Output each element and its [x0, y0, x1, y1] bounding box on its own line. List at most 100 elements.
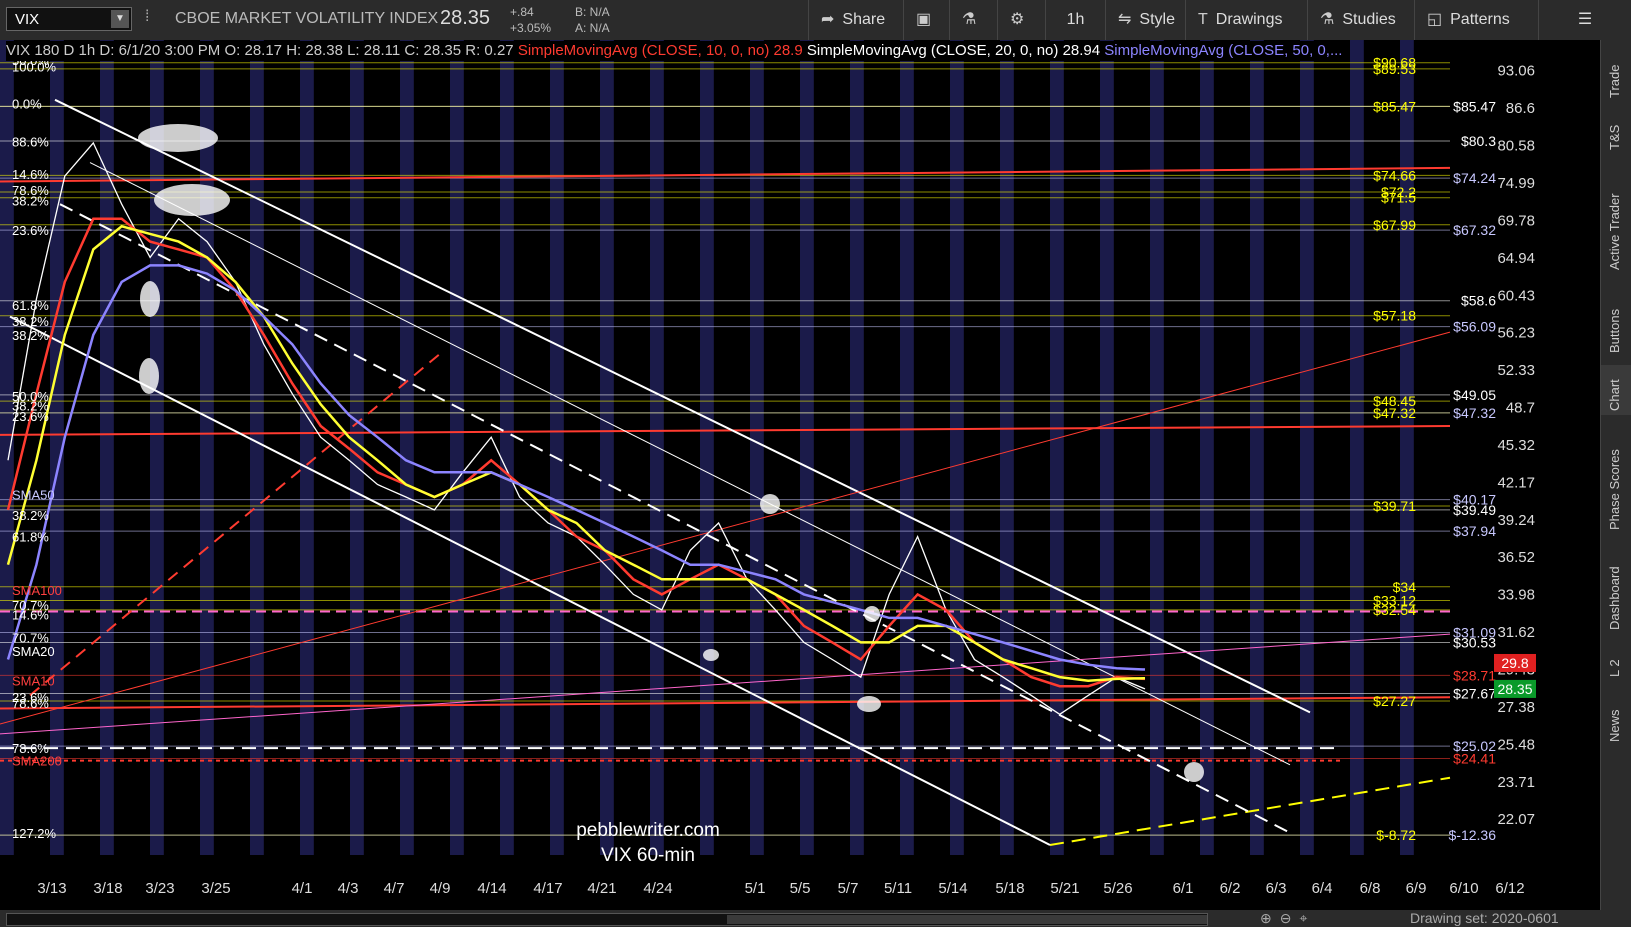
session-band: [750, 40, 764, 855]
chevron-down-icon[interactable]: ▼: [111, 10, 129, 28]
sidebar-tab-news[interactable]: News: [1601, 695, 1631, 750]
y-tick-label: 45.32: [1497, 437, 1535, 454]
y-tick-label: 86.6: [1506, 100, 1535, 117]
sidebar-tab-active-trader[interactable]: Active Trader: [1601, 170, 1631, 280]
price-flag-label: 28.35: [1497, 681, 1532, 697]
session-band: [1350, 40, 1364, 855]
session-band: [1050, 40, 1064, 855]
crosshair-icon[interactable]: ⌖: [1299, 910, 1315, 926]
session-band: [400, 40, 414, 855]
vix-chart[interactable]: 50.0%100.0%0.0%88.6%14.6%78.6%38.2%23.6%…: [0, 40, 1600, 910]
x-tick-label: 4/17: [533, 880, 562, 897]
level-label-right: $85.47: [1453, 98, 1496, 114]
share-label: Share: [842, 11, 886, 28]
price-flag-label: 29.8: [1501, 655, 1528, 671]
level-label-right: $49.05: [1453, 387, 1496, 403]
fib-label-left: 61.8%: [12, 298, 49, 313]
session-band: [1250, 40, 1264, 855]
fib-label-left: 61.8%: [12, 530, 49, 545]
sidebar-tab-label: Trade: [1607, 64, 1622, 98]
fib-label-left: 38.2%: [12, 508, 49, 523]
session-band: [1000, 40, 1014, 855]
zoom-out-icon[interactable]: ⊖: [1280, 910, 1300, 926]
chart-area[interactable]: 50.0%100.0%0.0%88.6%14.6%78.6%38.2%23.6%…: [0, 40, 1600, 910]
bar-date: D: 6/1/20 3:00 PM: [99, 42, 221, 59]
studies-label: Studies: [1342, 11, 1396, 28]
flask-button[interactable]: ⚗: [949, 0, 997, 40]
session-band: [150, 40, 164, 855]
level-label-right: $58.6: [1461, 293, 1496, 309]
sidebar-tab-ts[interactable]: T&S: [1601, 110, 1631, 160]
x-tick-label: 3/25: [201, 880, 230, 897]
sidebar-tab-chart[interactable]: Chart: [1601, 365, 1631, 415]
snapshot-button[interactable]: ▣: [903, 0, 949, 40]
camera-icon: ▣: [916, 11, 932, 28]
session-band: [500, 40, 514, 855]
y-tick-label: 27.38: [1497, 699, 1535, 716]
x-tick-label: 3/18: [93, 880, 122, 897]
x-tick-label: 6/10: [1449, 880, 1478, 897]
session-band: [1300, 40, 1314, 855]
style-button[interactable]: ⇋ Style: [1105, 0, 1185, 40]
fib-label-left: SMA200: [12, 754, 62, 769]
fib-label-left: 23.6%: [12, 409, 49, 424]
sidebar-tab-trade[interactable]: Trade: [1601, 40, 1631, 104]
settings-button[interactable]: ⚙: [997, 0, 1045, 40]
scrollbar-thumb[interactable]: [727, 915, 1207, 924]
y-tick-label: 52.33: [1497, 362, 1535, 379]
sma20-label: SimpleMovingAvg (CLOSE, 20, 0, no): [806, 42, 1059, 59]
x-tick-label: 6/1: [1173, 880, 1194, 897]
price-change: +.84 +3.05%: [510, 4, 551, 36]
level-label-right: $39.71: [1373, 498, 1416, 514]
text-tool-icon: T: [1198, 11, 1208, 28]
bar-open: O: 28.17: [224, 42, 283, 59]
sidebar-tab-label: L 2: [1607, 659, 1622, 677]
annotation-oval: [864, 606, 880, 622]
y-tick-label: 74.99: [1497, 175, 1535, 192]
y-tick-label: 42.17: [1497, 474, 1535, 491]
session-band: [950, 40, 964, 855]
sma10-value: 28.9: [773, 42, 803, 59]
sidebar-tab-l2[interactable]: L 2: [1601, 645, 1631, 685]
patterns-button[interactable]: ◱ Patterns: [1414, 0, 1538, 40]
style-icon: ⇋: [1118, 11, 1132, 28]
menu-button[interactable]: ☰: [1538, 0, 1631, 40]
style-label: Style: [1139, 11, 1175, 28]
symbol-text: VIX: [15, 11, 40, 28]
horizontal-scrollbar[interactable]: [6, 913, 1208, 926]
annotation-oval: [703, 649, 719, 661]
x-tick-label: 3/23: [145, 880, 174, 897]
session-band: [700, 40, 714, 855]
session-band: [450, 40, 464, 855]
annotation-oval: [760, 494, 780, 514]
drawings-button[interactable]: T Drawings: [1185, 0, 1307, 40]
y-tick-label: 33.98: [1497, 587, 1535, 604]
link-icon[interactable]: ⁞: [145, 8, 157, 32]
y-tick-label: 56.23: [1497, 325, 1535, 342]
share-button[interactable]: ➦ Share: [808, 0, 903, 40]
y-tick-label: 23.71: [1497, 774, 1535, 791]
studies-button[interactable]: ⚗ Studies: [1307, 0, 1414, 40]
sidebar-tab-label: Chart: [1607, 379, 1622, 411]
fib-label-left: 0.0%: [12, 96, 42, 111]
fib-label-left: 14.6%: [12, 167, 49, 182]
session-band: [800, 40, 814, 855]
sidebar-tab-dashboard[interactable]: Dashboard: [1601, 545, 1631, 635]
change-abs: +.84: [510, 5, 534, 19]
sidebar-tab-buttons[interactable]: Buttons: [1601, 290, 1631, 355]
level-label-right: $47.32: [1453, 405, 1496, 421]
session-band: [250, 40, 264, 855]
annotation-oval: [857, 696, 881, 712]
watermark-text: VIX 60-min: [601, 845, 695, 866]
x-tick-label: 5/14: [938, 880, 967, 897]
bid-value: B: N/A: [575, 5, 610, 19]
sidebar-tab-phase-scores[interactable]: Phase Scores: [1601, 425, 1631, 535]
session-band: [200, 40, 214, 855]
annotation-oval: [139, 358, 159, 394]
sidebar-tab-label: T&S: [1607, 124, 1622, 150]
zoom-in-icon[interactable]: ⊕: [1260, 910, 1280, 926]
symbol-input[interactable]: VIX ▼: [6, 7, 132, 31]
level-label-right: $74.24: [1453, 170, 1496, 186]
timeframe-button[interactable]: 1h: [1045, 0, 1105, 40]
fib-label-left: SMA20: [12, 644, 55, 659]
